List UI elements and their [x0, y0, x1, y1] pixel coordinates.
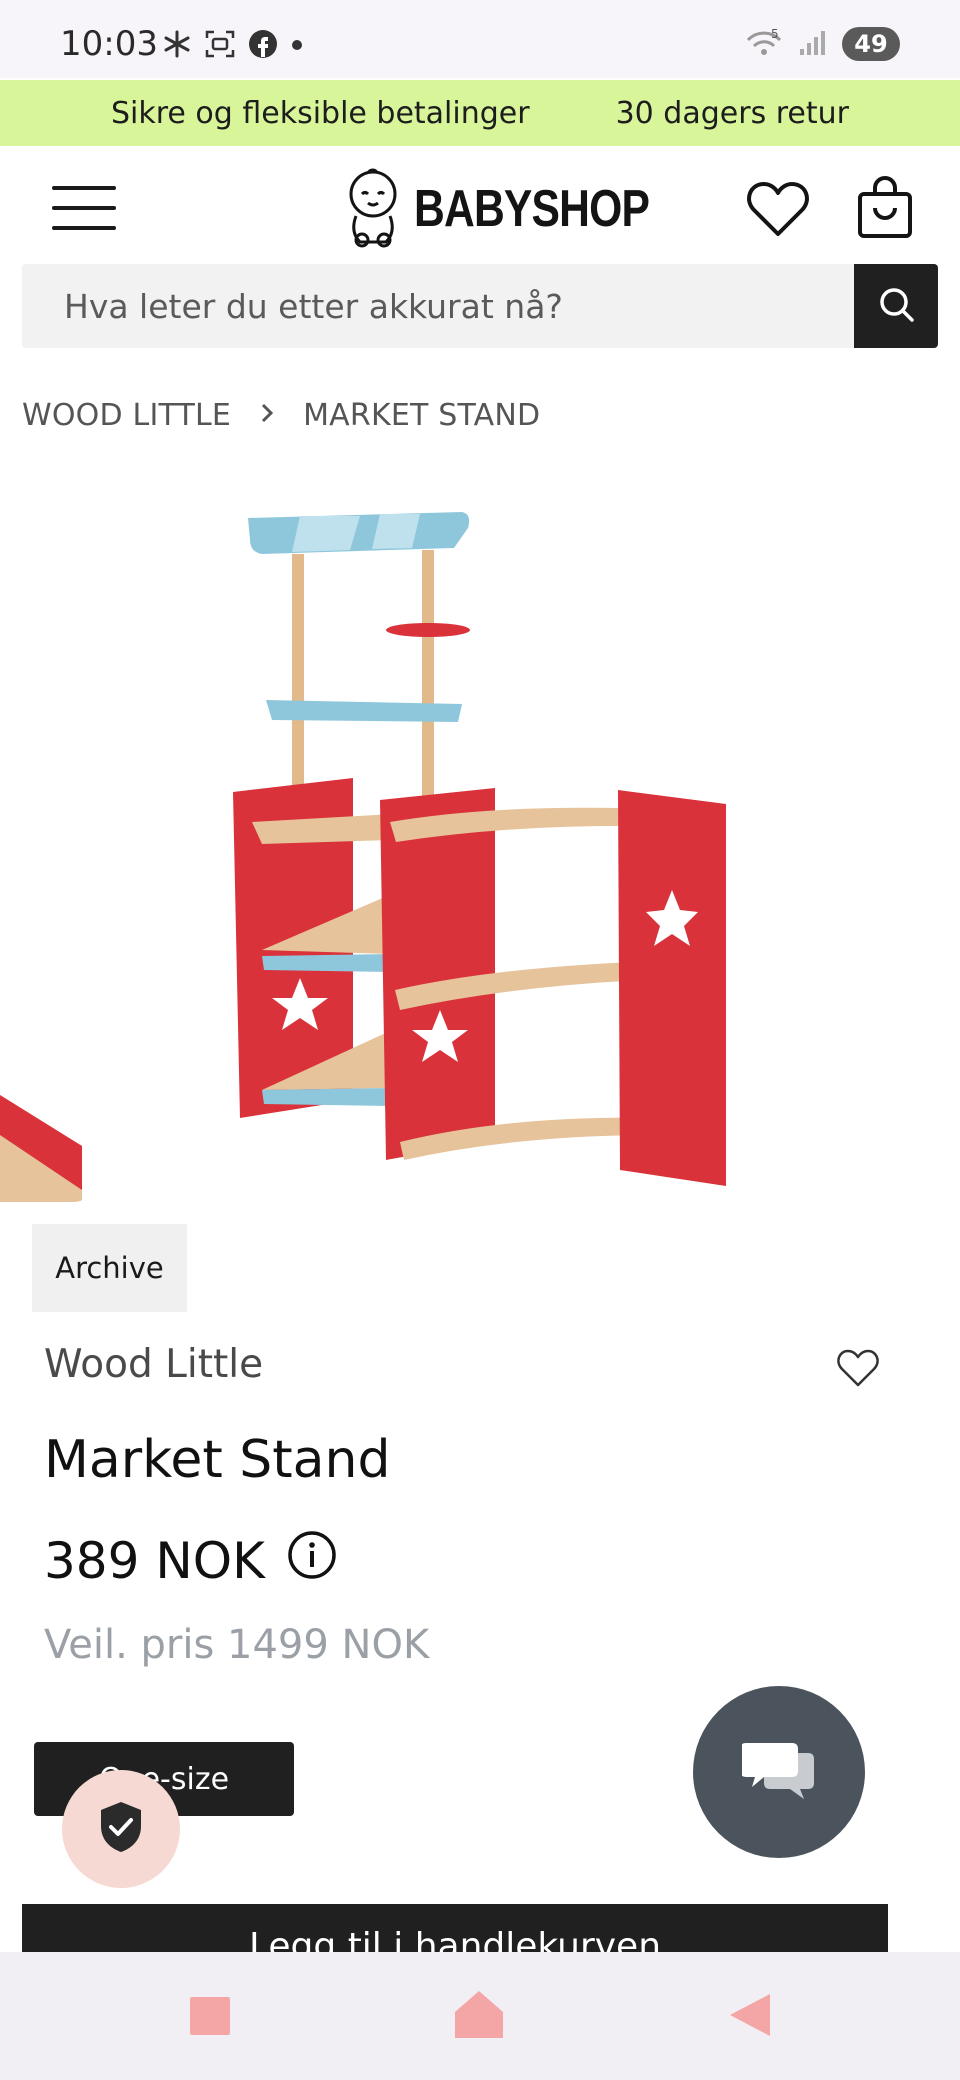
- battery-indicator: 49: [842, 27, 900, 61]
- breadcrumb-brand-link[interactable]: WOOD LITTLE: [22, 398, 231, 433]
- signal-icon: [798, 27, 828, 61]
- promo-payments: Sikre og fleksible betalinger: [111, 95, 530, 131]
- chevron-right-icon: [259, 398, 275, 433]
- facebook-icon: [248, 29, 278, 63]
- logo-text: BABYSHOP: [414, 180, 650, 238]
- menu-icon[interactable]: [52, 186, 116, 230]
- add-to-cart-label: Legg til i handlekurven: [248, 1926, 662, 1952]
- recommended-price: Veil. pris 1499 NOK: [44, 1622, 430, 1668]
- product-price: 389 NOK: [44, 1532, 265, 1590]
- back-icon[interactable]: [726, 1990, 774, 2040]
- shield-check-icon: [98, 1800, 144, 1858]
- shopping-bag-icon[interactable]: [855, 176, 915, 240]
- status-system-icons: 5 49: [744, 26, 900, 62]
- recent-apps-icon[interactable]: [190, 1997, 230, 2035]
- product-image[interactable]: [0, 470, 960, 1205]
- breadcrumb-product: MARKET STAND: [303, 398, 541, 433]
- chat-button[interactable]: [693, 1686, 865, 1858]
- dot-icon: [290, 37, 304, 56]
- next-image-peek: [0, 1095, 82, 1202]
- promo-returns: 30 dagers retur: [615, 95, 849, 131]
- product-wishlist-heart-icon[interactable]: [836, 1348, 880, 1388]
- asterisk-icon: [162, 29, 192, 63]
- wishlist-heart-icon[interactable]: [746, 180, 810, 238]
- screenshot-icon: [204, 28, 236, 64]
- system-navigation-bar: [0, 1952, 960, 2080]
- search-input[interactable]: [22, 264, 854, 348]
- info-icon[interactable]: [287, 1530, 337, 1592]
- svg-text:5: 5: [771, 27, 779, 41]
- wifi-icon: 5: [744, 26, 784, 62]
- site-header: BABYSHOP: [0, 146, 960, 264]
- archive-tag: Archive: [32, 1224, 187, 1312]
- add-to-cart-button[interactable]: Legg til i handlekurven: [22, 1904, 888, 1952]
- breadcrumb: WOOD LITTLE MARKET STAND: [22, 398, 540, 433]
- product-price-row: 389 NOK: [44, 1530, 337, 1592]
- promo-banner: Sikre og fleksible betalinger 30 dagers …: [0, 80, 960, 146]
- status-time: 10:03: [60, 24, 158, 64]
- baby-logo-icon: [342, 166, 404, 252]
- trust-badge[interactable]: [62, 1770, 180, 1888]
- product-title: Market Stand: [44, 1430, 391, 1490]
- product-brand[interactable]: Wood Little: [44, 1342, 263, 1387]
- home-icon[interactable]: [452, 1988, 506, 2042]
- status-notification-icons: [162, 28, 304, 64]
- logo[interactable]: BABYSHOP: [342, 166, 701, 252]
- search-icon: [876, 284, 916, 328]
- status-bar: 10:03 5 49: [0, 0, 960, 78]
- chat-icon: [740, 1739, 816, 1805]
- search-button[interactable]: [854, 264, 938, 348]
